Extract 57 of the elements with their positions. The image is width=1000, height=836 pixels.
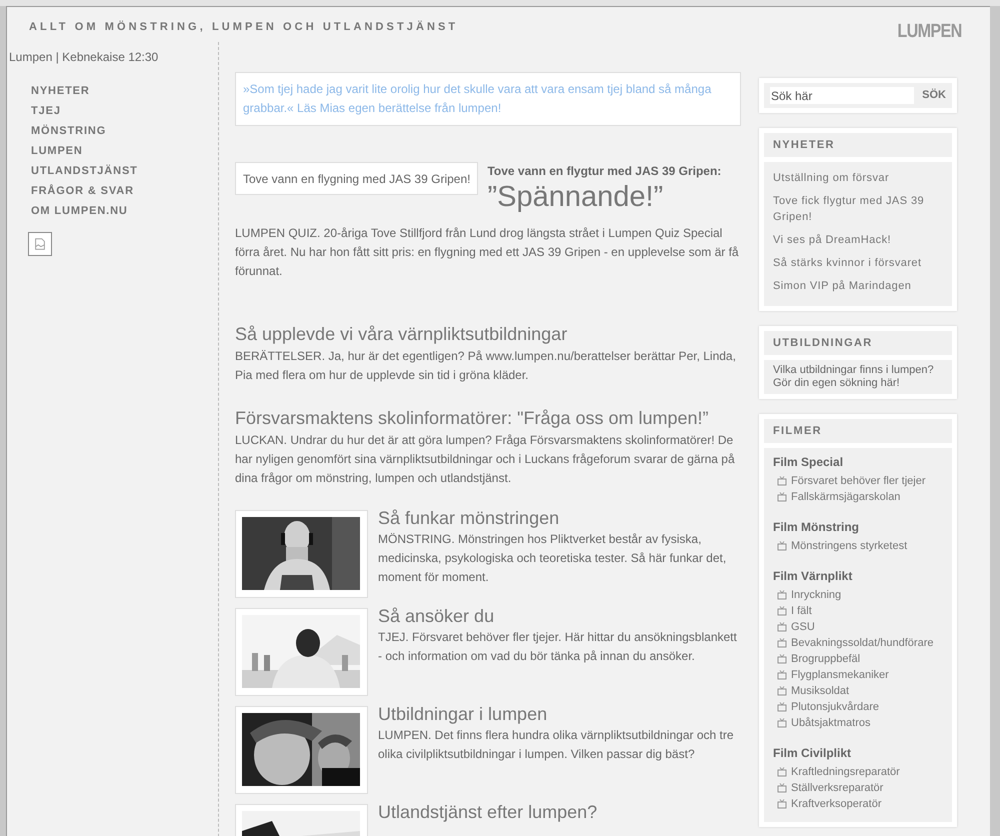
- film-link[interactable]: Bevakningssoldat/hundförare: [791, 636, 934, 650]
- nav-link[interactable]: UTLANDSTJÄNST: [31, 164, 218, 178]
- news-link[interactable]: Så stärks kvinnor i försvaret: [773, 255, 943, 271]
- story-text: BERÄTTELSER. Ja, hur är det egentligen? På www.lumpen.nu/berattelser berättar Per, Linda, Pia med flera om hur de upplevde sin tid i gröna kläder.: [235, 348, 737, 384]
- panel-heading: NYHETER: [773, 138, 835, 153]
- film-group-title: Film Civilplikt: [773, 745, 852, 761]
- film-link[interactable]: Ubåtsjaktmatros: [791, 716, 870, 730]
- featured-kicker: Tove vann en flygtur med JAS 39 Gripen:: [487, 163, 722, 180]
- nav-link[interactable]: TJEJ: [31, 104, 218, 118]
- film-link[interactable]: Musiksoldat: [791, 684, 850, 698]
- film-link[interactable]: Mönstringens styrketest: [791, 539, 908, 553]
- film-link[interactable]: Fallskärmsjägarskolan: [791, 490, 900, 504]
- quote-link[interactable]: »Som tjej hade jag varit lite orolig hur det skulle vara att vara ensam tjej bland så många grabbar.« Läs Mias egen berättelse från lumpen!: [235, 72, 741, 126]
- search-button[interactable]: SÖK: [922, 87, 946, 104]
- nav-link[interactable]: OM LUMPEN.NU: [31, 204, 218, 218]
- site-tagline: ALLT OM MÖNSTRING, LUMPEN OCH UTLANDSTJÄNST: [29, 20, 458, 35]
- story-title[interactable]: Försvarsmaktens skolinformatörer: "Fråga oss om lumpen!”: [235, 407, 741, 429]
- story-text: LUCKAN. Undrar du hur det är att göra lumpen? Fråga Försvarsmaktens skolinformatörer! De har nyligen genomfört sina värnpliktsutbildningar och i Luckans frågeforum svarar de gärna på dina frågor om mönstring, lumpen och utlandstjänst.: [235, 432, 736, 487]
- nav-link[interactable]: MÖNSTRING: [31, 124, 218, 138]
- panel-heading: FILMER: [773, 424, 822, 439]
- nav-link[interactable]: NYHETER: [31, 84, 218, 98]
- article-title[interactable]: Så funkar mönstringen: [378, 507, 741, 529]
- article-text: TJEJ. Försvaret behöver fler tjejer. Här hittar du ansökningsblankett - och information om vad du bör tänka på innan du ansöker.: [378, 629, 738, 665]
- featured-headline[interactable]: ”Spännande!”: [487, 180, 722, 214]
- image-caption: Tove vann en flygning med JAS 39 Gripen!: [235, 162, 478, 195]
- film-group-title: Film Mönstring: [773, 519, 860, 535]
- film-link[interactable]: Plutonsjukvårdare: [791, 700, 880, 714]
- film-group-title: Film Värnplikt: [773, 568, 854, 584]
- article-text: LUMPEN. Det finns flera hundra olika värnpliktsutbildningar och tre olika civilpliktsutbildningar i lumpen. Vilken passar dig bäst?: [378, 727, 735, 763]
- site-logo[interactable]: LUMPEN: [898, 22, 962, 41]
- article-title[interactable]: Utlandstjänst efter lumpen?: [378, 801, 598, 823]
- film-link[interactable]: I fält: [791, 604, 812, 618]
- education-link[interactable]: Vilka utbildningar finns i lumpen?: [773, 364, 943, 377]
- film-link[interactable]: Försvaret behöver fler tjejer: [791, 474, 926, 488]
- film-link[interactable]: Ställverksreparatör: [791, 781, 884, 795]
- search-field[interactable]: Sök här: [770, 87, 914, 104]
- news-link[interactable]: Tove fick flygtur med JAS 39 Gripen!: [773, 193, 943, 225]
- article-title[interactable]: Utbildningar i lumpen: [378, 703, 741, 725]
- story-title[interactable]: Så upplevde vi våra värnpliktsutbildningar: [235, 323, 741, 345]
- article-title[interactable]: Så ansöker du: [378, 605, 741, 627]
- nav-link[interactable]: FRÅGOR & SVAR: [31, 184, 218, 198]
- film-link[interactable]: GSU: [791, 620, 815, 634]
- featured-text: LUMPEN QUIZ. 20-åriga Tove Stillfjord från Lund drog längsta strået i Lumpen Quiz Special förra året. Nu har hon fått sitt pris: en flygning med ett JAS 39 Gripen - en upplevelse som är få förunnat.: [235, 225, 740, 280]
- film-link[interactable]: Inryckning: [791, 588, 842, 602]
- film-link[interactable]: Kraftverksoperatör: [791, 797, 882, 811]
- breadcrumb: Lumpen | Kebnekaise 12:30: [8, 49, 160, 66]
- nav-link[interactable]: LUMPEN: [31, 144, 218, 158]
- film-group-title: Film Special: [773, 454, 844, 470]
- news-link[interactable]: Vi ses på DreamHack!: [773, 232, 943, 248]
- film-link[interactable]: Kraftledningsreparatör: [791, 765, 900, 779]
- panel-heading: UTBILDNINGAR: [773, 336, 873, 351]
- article-text: MÖNSTRING. Mönstringen hos Pliktverket består av fysiska, medicinska, psykologiska och teoretiska tester. Så här funkar det, moment för moment.: [378, 531, 728, 586]
- news-link[interactable]: Utställning om försvar: [773, 170, 943, 186]
- education-link[interactable]: Gör din egen sökning här!: [773, 377, 943, 390]
- news-link[interactable]: Simon VIP på Marindagen: [773, 278, 943, 294]
- film-link[interactable]: Flygplansmekaniker: [791, 668, 889, 682]
- film-link[interactable]: Brogruppbefäl: [791, 652, 860, 666]
